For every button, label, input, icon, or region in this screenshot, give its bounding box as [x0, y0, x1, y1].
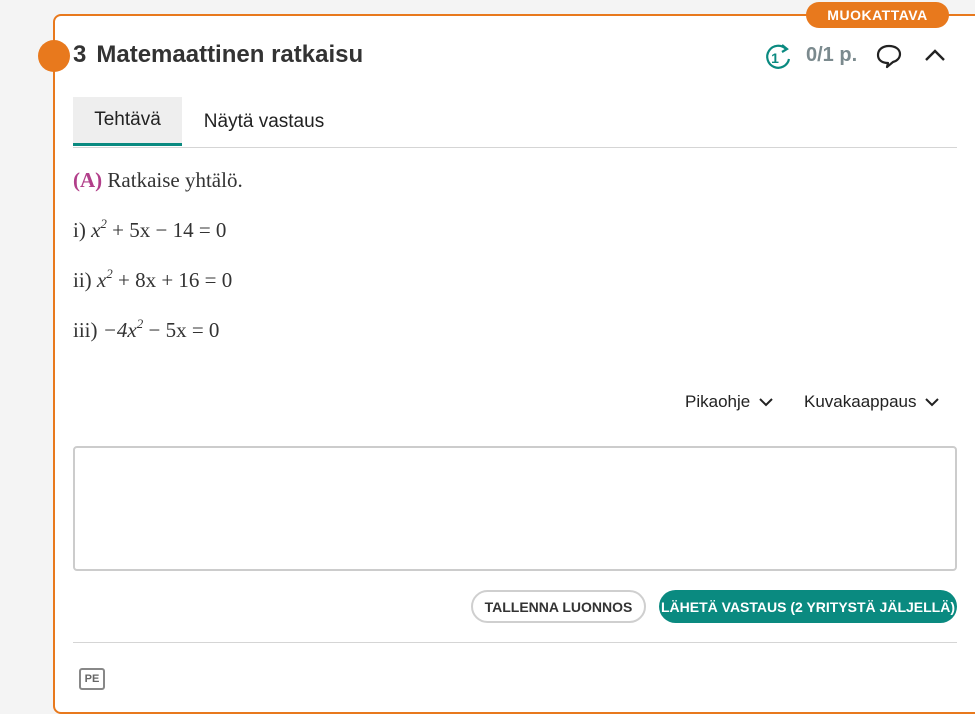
- editable-badge: MUOKATTAVA: [806, 2, 949, 28]
- save-draft-button[interactable]: TALLENNA LUONNOS: [471, 590, 646, 623]
- pe-icon[interactable]: PE: [79, 668, 105, 690]
- status-dot: [38, 40, 70, 72]
- equation-math: x2 + 8x + 16 = 0: [96, 266, 233, 292]
- quick-help-dropdown[interactable]: Pikaohje: [685, 392, 774, 412]
- tab-show-answer[interactable]: Näytä vastaus: [189, 97, 339, 146]
- tab-task[interactable]: Tehtävä: [73, 97, 182, 146]
- equation-item: i) x2 + 5x − 14 = 0: [73, 216, 227, 243]
- equation-prefix: iii): [73, 318, 98, 342]
- equation-item: ii) x2 + 8x + 16 = 0: [73, 266, 233, 293]
- quick-help-label: Pikaohje: [685, 392, 751, 411]
- exercise-title: 3 Matemaattinen ratkaisu: [73, 41, 363, 69]
- points-display: 0/1 p.: [806, 44, 858, 66]
- equation-math: x2 + 5x − 14 = 0: [91, 216, 227, 242]
- screenshot-label: Kuvakaappaus: [804, 392, 917, 411]
- comment-icon[interactable]: [875, 42, 903, 70]
- screenshot-dropdown[interactable]: Kuvakaappaus: [804, 392, 940, 412]
- divider: [73, 642, 957, 643]
- exercise-number: 3: [73, 41, 87, 68]
- question-label: (A): [73, 168, 103, 192]
- chevron-down-icon: [759, 398, 773, 407]
- retry-count-icon: 1: [766, 44, 791, 69]
- equation-prefix: ii): [73, 268, 92, 292]
- tab-bar: Tehtävä Näytä vastaus: [73, 97, 957, 148]
- retry-count: 1: [771, 50, 779, 66]
- equation-math: −4x2 − 5x = 0: [102, 316, 220, 342]
- question-text: Ratkaise yhtälö.: [107, 168, 243, 192]
- submit-answer-button[interactable]: LÄHETÄ VASTAUS (2 YRITYSTÄ JÄLJELLÄ): [659, 590, 957, 623]
- collapse-chevron-icon[interactable]: [922, 44, 948, 66]
- chevron-down-icon: [925, 398, 940, 407]
- equation-prefix: i): [73, 218, 86, 242]
- equation-item: iii) −4x2 − 5x = 0: [73, 316, 220, 343]
- exercise-title-text: Matemaattinen ratkaisu: [96, 41, 364, 68]
- question-intro: (A) Ratkaise yhtälö.: [73, 168, 243, 193]
- answer-input[interactable]: [73, 446, 957, 571]
